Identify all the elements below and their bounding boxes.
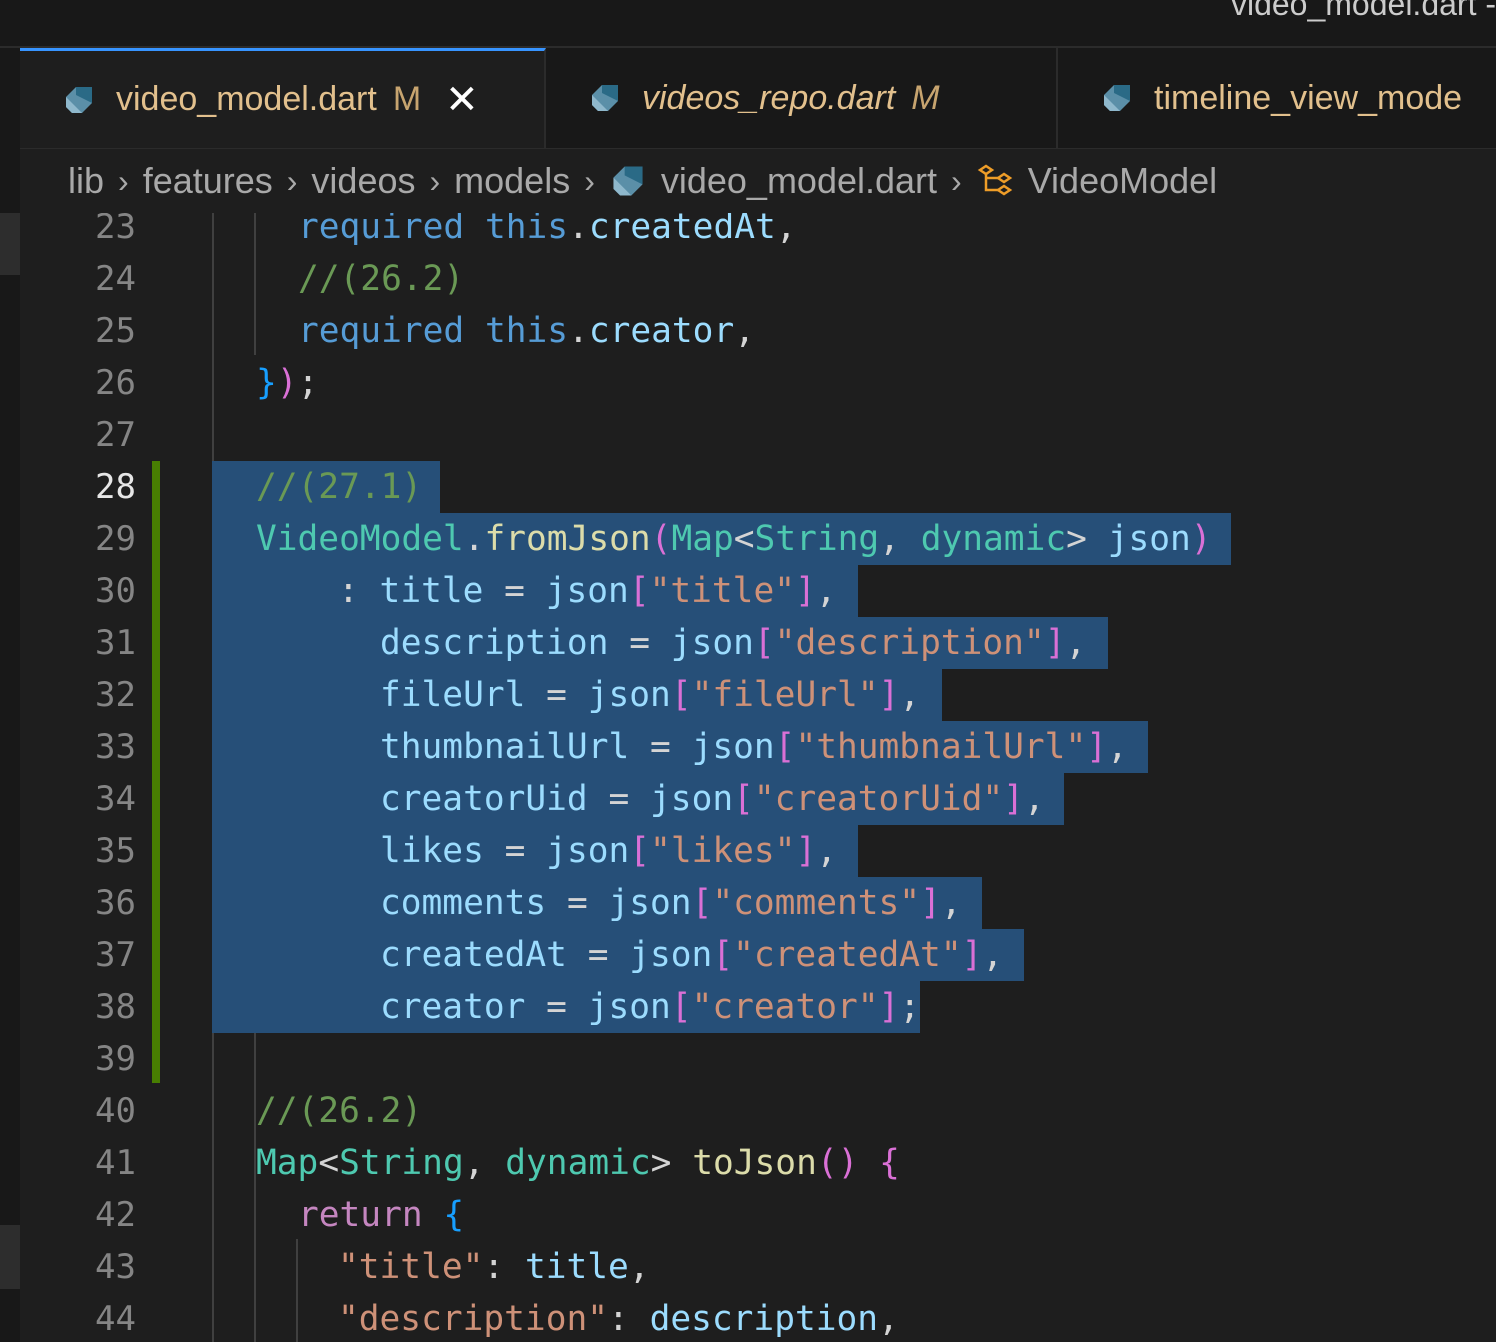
chevron-right-icon: › [951,162,962,199]
line-number: 38 [95,987,136,1027]
activity-bar [0,48,20,1342]
editor-tab-bar: video_model.dart M ✕ videos_repo.dart M … [20,48,1496,149]
line-content: VideoModel.fromJson(Map<String, dynamic>… [256,519,1212,559]
code-line[interactable]: 44 "description": description, [20,1293,1496,1342]
code-line[interactable]: 39 [20,1033,1496,1085]
class-symbol-icon [977,164,1012,196]
scroll-marker [0,213,20,275]
code-line[interactable]: 23 required this.createdAt, [20,213,1496,253]
line-content: required this.createdAt, [298,213,797,247]
line-content: : title = json["title"], [338,571,837,611]
tab-label: video_model.dart [116,80,377,118]
line-number: 28 [95,467,136,507]
line-content: //(26.2) [256,1091,423,1131]
dart-file-icon [66,86,92,113]
code-line[interactable]: 35 likes = json["likes"], [20,825,1496,877]
breadcrumb-lib[interactable]: lib [68,160,104,202]
line-content: fileUrl = json["fileUrl"], [380,675,921,715]
line-content: //(26.2) [298,259,465,299]
window-title: video_model.dart - [1230,0,1496,22]
dart-file-icon [592,85,618,111]
line-number: 32 [95,675,136,715]
line-content: "description": description, [338,1299,899,1339]
tab-label: timeline_view_mode [1154,78,1463,117]
line-number: 41 [95,1143,136,1183]
line-content: //(27.1) [256,467,423,507]
code-line[interactable]: 27 [20,409,1496,461]
breadcrumb-models[interactable]: models [454,160,570,202]
line-number: 43 [95,1247,136,1287]
breadcrumb: lib › features › videos › models › video… [20,149,1496,213]
chevron-right-icon: › [118,162,129,199]
chevron-right-icon: › [286,162,298,199]
dart-file-icon [1104,85,1130,111]
line-number: 33 [95,727,136,767]
code-line[interactable]: 28 //(27.1) [20,461,1496,513]
line-content: createdAt = json["createdAt"], [380,935,1004,975]
chevron-right-icon: › [584,162,595,199]
line-number: 39 [95,1039,136,1079]
code-line[interactable]: 32 fileUrl = json["fileUrl"], [20,669,1496,721]
code-line[interactable]: 41 Map<String, dynamic> toJson() { [20,1137,1496,1189]
dart-file-icon [613,166,643,196]
code-line[interactable]: 37 createdAt = json["createdAt"], [20,929,1496,981]
modified-badge: M [392,80,422,118]
breadcrumb-class[interactable]: VideoModel [1028,160,1217,202]
line-number: 26 [95,363,136,403]
modified-badge: M [911,78,940,117]
line-content: required this.creator, [298,311,756,351]
line-content: comments = json["comments"], [380,883,962,923]
line-number: 23 [95,213,136,247]
line-number: 40 [95,1091,136,1131]
chevron-right-icon: › [429,162,441,199]
line-number: 36 [95,883,136,923]
line-number: 37 [95,935,136,975]
tab-label: videos_repo.dart [642,78,896,117]
line-number: 35 [95,831,136,871]
line-number: 30 [95,571,136,611]
line-content: creator = json["creator"]; [380,987,921,1027]
scroll-marker [0,1225,20,1289]
code-line[interactable]: 31 description = json["description"], [20,617,1496,669]
line-number: 34 [95,779,136,819]
tab-timeline-view-model[interactable]: timeline_view_mode [1058,48,1496,148]
breadcrumb-file[interactable]: video_model.dart [661,160,937,202]
code-line[interactable]: 29 VideoModel.fromJson(Map<String, dynam… [20,513,1496,565]
tab-video-model[interactable]: video_model.dart M ✕ [20,48,546,148]
line-content: }); [256,363,319,403]
code-line[interactable]: 26 }); [20,357,1496,409]
breadcrumb-features[interactable]: features [143,160,273,202]
line-number: 44 [95,1299,136,1339]
code-line[interactable]: 30 : title = json["title"], [20,565,1496,617]
code-line[interactable]: 43 "title": title, [20,1241,1496,1293]
title-bar: video_model.dart - [0,0,1496,48]
code-line[interactable]: 36 comments = json["comments"], [20,877,1496,929]
code-line[interactable]: 25 required this.creator, [20,305,1496,357]
line-content: description = json["description"], [380,623,1087,663]
line-content: creatorUid = json["creatorUid"], [380,779,1045,819]
line-content: thumbnailUrl = json["thumbnailUrl"], [380,727,1128,767]
line-number: 25 [95,311,136,351]
line-content: return { [298,1195,465,1235]
line-number: 29 [95,519,136,559]
code-line[interactable]: 24 //(26.2) [20,253,1496,305]
code-line[interactable]: 34 creatorUid = json["creatorUid"], [20,773,1496,825]
close-icon[interactable]: ✕ [445,80,479,120]
tab-videos-repo[interactable]: videos_repo.dart M [546,48,1058,148]
code-editor[interactable]: 23 required this.createdAt, 24 //(26.2) … [20,213,1496,1342]
code-line[interactable]: 38 creator = json["creator"]; [20,981,1496,1033]
code-line[interactable]: 40 //(26.2) [20,1085,1496,1137]
line-content: Map<String, dynamic> toJson() { [256,1143,900,1183]
code-line[interactable]: 33 thumbnailUrl = json["thumbnailUrl"], [20,721,1496,773]
code-line[interactable]: 42 return { [20,1189,1496,1241]
line-number: 31 [95,623,136,663]
line-number: 42 [95,1195,136,1235]
breadcrumb-videos[interactable]: videos [311,160,415,202]
line-number: 24 [95,259,136,299]
line-content: likes = json["likes"], [380,831,838,871]
line-content: "title": title, [338,1247,650,1287]
line-number: 27 [95,415,136,455]
